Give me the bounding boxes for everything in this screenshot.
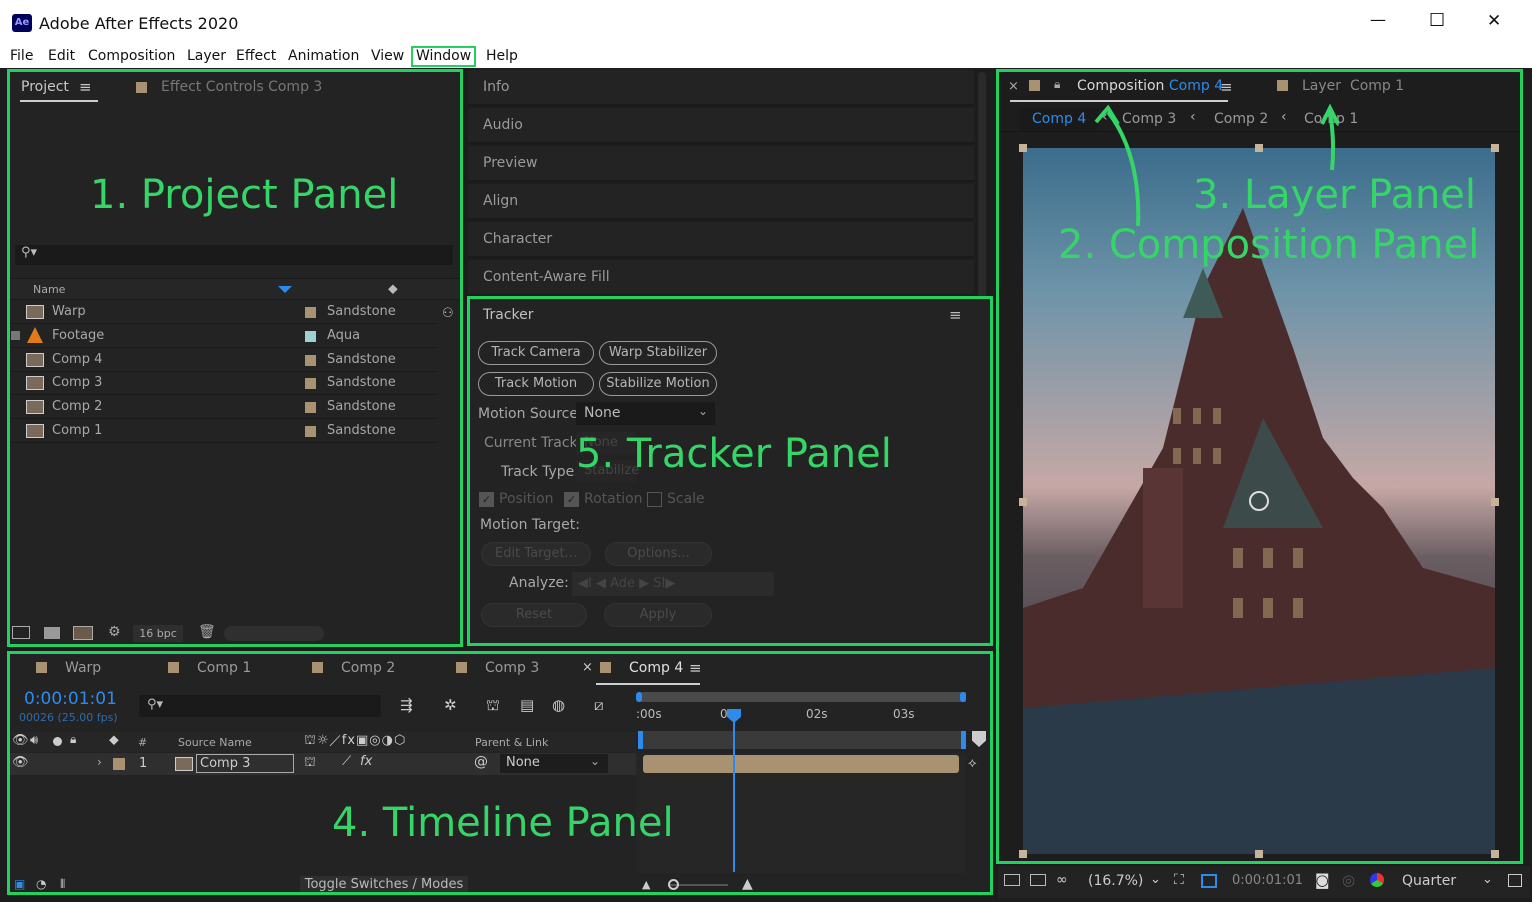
chevron-down-icon[interactable]: ⌄ (1482, 872, 1493, 887)
character-panel-header[interactable]: Character (468, 222, 974, 258)
character-label: Character (483, 231, 553, 247)
maximize-button[interactable]: ☐ (1429, 10, 1445, 31)
timeline-panel-highlight (7, 651, 993, 895)
annotation-layer-panel: 3. Layer Panel (1193, 172, 1477, 218)
project-panel-highlight (7, 69, 463, 647)
monitor-icon[interactable] (1030, 874, 1046, 886)
info-label: Info (483, 79, 510, 95)
after-effects-logo: Ae (12, 14, 32, 32)
menu-edit[interactable]: Edit (48, 46, 75, 66)
menu-effect[interactable]: Effect (236, 46, 276, 66)
menu-composition[interactable]: Composition (88, 46, 175, 66)
preview-panel-header[interactable]: Preview (468, 146, 974, 182)
info-panel-header[interactable]: Info (468, 70, 974, 106)
chevron-down-icon[interactable]: ⌄ (1150, 872, 1161, 887)
menu-file[interactable]: File (10, 46, 33, 66)
audio-label: Audio (483, 117, 523, 133)
menu-window[interactable]: Window (411, 46, 477, 67)
panel-toggle-icon[interactable] (1508, 874, 1522, 887)
window-title: Adobe After Effects 2020 (39, 14, 239, 33)
content-aware-fill-label: Content-Aware Fill (483, 269, 610, 285)
region-of-interest-icon[interactable] (1201, 874, 1217, 888)
minimize-button[interactable]: — (1370, 10, 1386, 29)
preview-label: Preview (483, 155, 538, 171)
annotation-timeline-panel: 4. Timeline Panel (332, 800, 674, 846)
annotation-tracker-panel: 5. Tracker Panel (576, 431, 892, 477)
annotation-project-panel: 1. Project Panel (90, 172, 399, 218)
vr-goggles-icon[interactable]: ∞ (1056, 872, 1068, 888)
title-bar: Ae Adobe After Effects 2020 — ☐ ✕ (0, 0, 1532, 46)
menu-view[interactable]: View (371, 46, 404, 66)
snapshot-icon[interactable]: ◙ (1315, 871, 1330, 889)
menu-animation[interactable]: Animation (288, 46, 359, 66)
always-preview-icon[interactable] (1004, 874, 1020, 886)
magnification-select[interactable]: (16.7%) (1088, 873, 1143, 889)
close-window-button[interactable]: ✕ (1487, 11, 1501, 31)
composition-footer: ∞ (16.7%) ⌄ ⛶ 0:00:01:01 ◙ ◎ Quarter ⌄ (998, 866, 1530, 898)
annotation-composition-panel: 2. Composition Panel (1058, 222, 1480, 268)
current-time-display[interactable]: 0:00:01:01 (1232, 873, 1303, 888)
resolution-select[interactable]: Quarter (1402, 873, 1456, 889)
channel-rgb-icon[interactable] (1370, 873, 1384, 887)
menu-layer[interactable]: Layer (187, 46, 226, 66)
content-aware-fill-panel-header[interactable]: Content-Aware Fill (468, 260, 974, 296)
show-snapshot-icon[interactable]: ◎ (1342, 871, 1355, 889)
audio-panel-header[interactable]: Audio (468, 108, 974, 144)
align-panel-header[interactable]: Align (468, 184, 974, 220)
align-label: Align (483, 193, 519, 209)
fit-icon[interactable]: ⛶ (1174, 872, 1184, 888)
menu-bar: File Edit Composition Layer Effect Anima… (0, 46, 1532, 68)
menu-help[interactable]: Help (486, 46, 518, 66)
